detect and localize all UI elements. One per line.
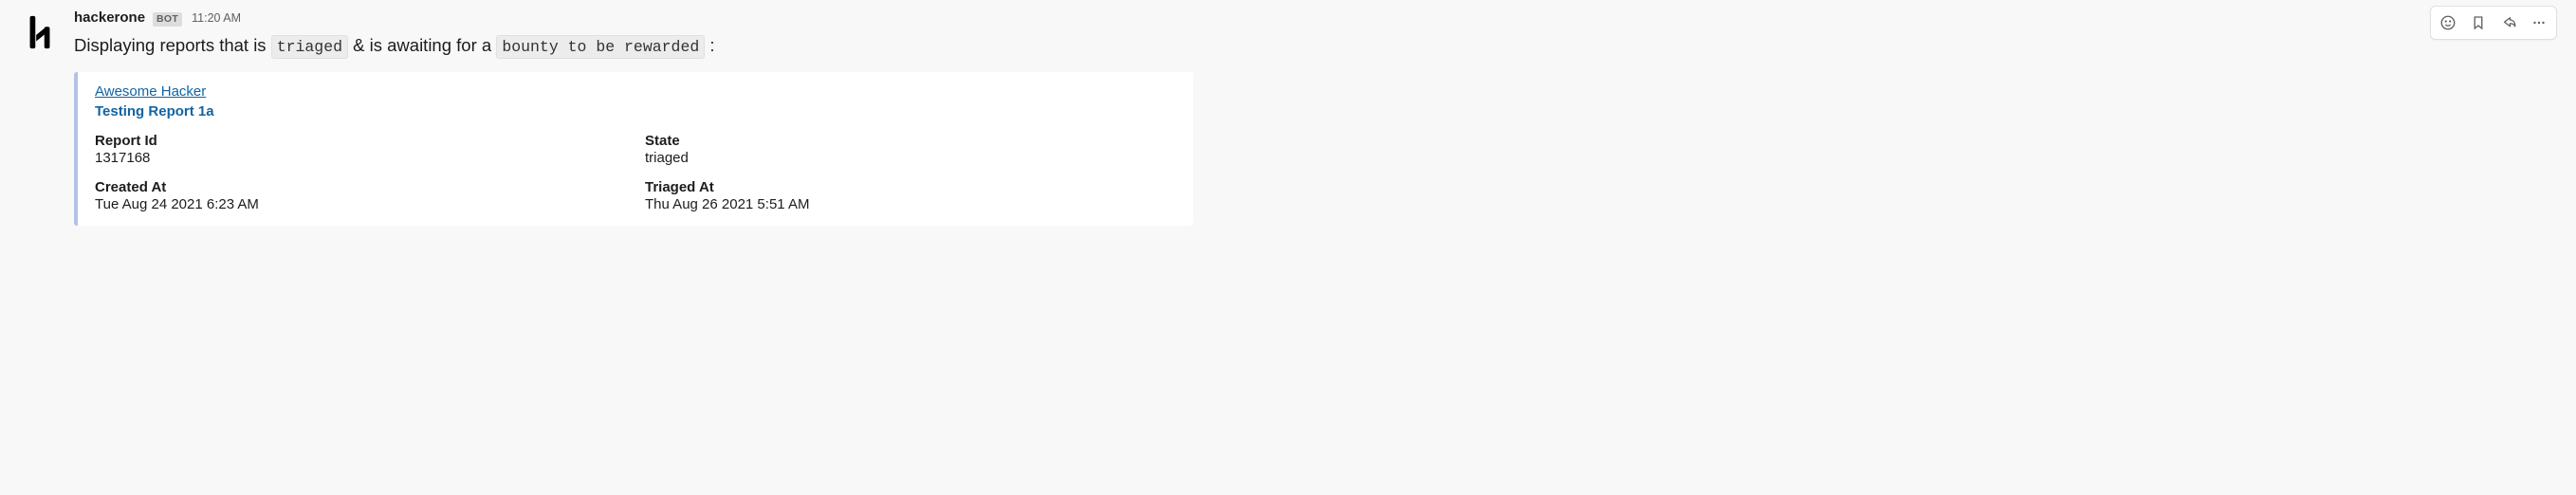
message-header: hackerone BOT 11:20 AM (74, 9, 2557, 27)
field-created-at: Created At Tue Aug 24 2021 6:23 AM (95, 179, 626, 212)
field-label: State (645, 133, 1176, 149)
field-state: State triaged (645, 133, 1176, 166)
field-value: triaged (645, 150, 1176, 166)
field-value: Tue Aug 24 2021 6:23 AM (95, 196, 626, 212)
attachment-fields: Report Id 1317168 State triaged Created … (95, 133, 1176, 212)
ellipsis-icon (2530, 14, 2548, 31)
field-value: Thu Aug 26 2021 5:51 AM (645, 196, 1176, 212)
share-button[interactable] (2493, 9, 2524, 37)
share-arrow-icon (2500, 14, 2517, 31)
field-report-id: Report Id 1317168 (95, 133, 626, 166)
bot-badge: BOT (153, 12, 182, 27)
attachment-title-link[interactable]: Testing Report 1a (95, 103, 1176, 119)
bookmark-icon (2470, 14, 2487, 31)
text-part: & is awaiting for a (348, 35, 496, 55)
message-timestamp[interactable]: 11:20 AM (192, 11, 241, 25)
attachment-author-link[interactable]: Awesome Hacker (95, 83, 206, 100)
add-reaction-button[interactable] (2433, 9, 2463, 37)
smile-icon (2439, 14, 2456, 31)
code-chip-triaged: triaged (271, 35, 348, 59)
text-part: Displaying reports that is (74, 35, 271, 55)
sender-avatar (19, 11, 61, 53)
code-chip-bounty: bounty to be rewarded (496, 35, 705, 59)
message-text: Displaying reports that is triaged & is … (74, 32, 2557, 60)
field-triaged-at: Triaged At Thu Aug 26 2021 5:51 AM (645, 179, 1176, 212)
message: hackerone BOT 11:20 AM Displaying report… (19, 9, 2557, 226)
field-label: Created At (95, 179, 626, 195)
message-actions-toolbar (2430, 6, 2557, 40)
field-label: Report Id (95, 133, 626, 149)
text-part: : (705, 35, 714, 55)
bookmark-button[interactable] (2463, 9, 2493, 37)
attachment-card: Awesome Hacker Testing Report 1a Report … (74, 72, 1193, 226)
field-value: 1317168 (95, 150, 626, 166)
more-actions-button[interactable] (2524, 9, 2554, 37)
field-label: Triaged At (645, 179, 1176, 195)
sender-name[interactable]: hackerone (74, 9, 145, 26)
message-body: hackerone BOT 11:20 AM Displaying report… (74, 9, 2557, 226)
hackerone-logo-icon (22, 14, 58, 50)
